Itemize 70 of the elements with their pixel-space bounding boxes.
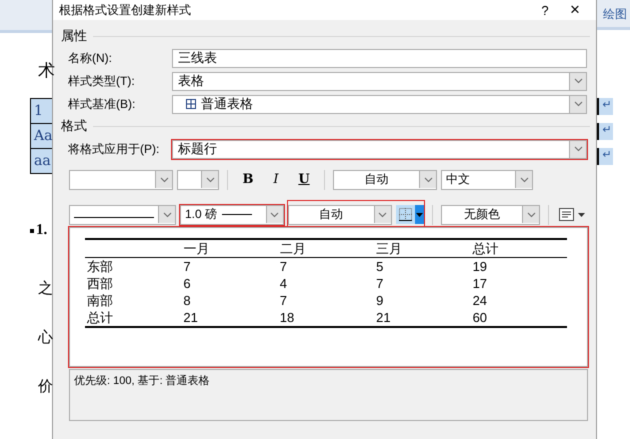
- table-cell: 西部: [87, 276, 113, 291]
- table-cell: 17: [472, 276, 488, 291]
- table-cell: 19: [472, 259, 488, 274]
- document-text: 之: [38, 279, 52, 298]
- line-style-dropdown[interactable]: [69, 204, 176, 224]
- script-dropdown[interactable]: 中文: [441, 170, 533, 190]
- table-cell: 4: [280, 276, 288, 291]
- table-header: 总计: [472, 241, 499, 256]
- caret-icon: [416, 212, 423, 216]
- table-header: 三月: [376, 241, 402, 256]
- apply-to-dropdown[interactable]: 标题行: [172, 140, 587, 158]
- align-icon: [559, 208, 574, 221]
- line-color-dropdown[interactable]: 自动: [288, 204, 392, 224]
- line-sample-icon: [222, 213, 252, 216]
- document-text: 价: [38, 377, 52, 396]
- table-header: 二月: [280, 241, 306, 256]
- heading-number: 1.: [36, 222, 48, 239]
- table-cell: 总计: [87, 310, 113, 325]
- italic-button[interactable]: I: [264, 170, 288, 190]
- table-cell: 60: [472, 310, 488, 325]
- font-color-dropdown[interactable]: 自动: [333, 170, 437, 190]
- line-sample-icon: [74, 216, 154, 218]
- borders-grid-icon: [398, 208, 412, 221]
- window-title: 根据格式设置创建新样式: [59, 2, 192, 18]
- table-icon: [186, 99, 196, 109]
- borders-button[interactable]: [396, 204, 424, 224]
- underline-button[interactable]: U: [292, 170, 316, 190]
- name-field[interactable]: 三线表: [172, 48, 587, 68]
- shading-dropdown[interactable]: 无颜色: [440, 204, 540, 224]
- bold-button[interactable]: B: [236, 170, 260, 190]
- field-label: 样式类型(T):: [68, 72, 136, 90]
- paragraph-mark: ↵: [597, 148, 613, 165]
- table-header: 一月: [183, 241, 210, 256]
- help-button[interactable]: ?: [530, 2, 560, 18]
- table-cell: 南部: [87, 293, 113, 308]
- line-width-value: 1.0 磅: [185, 206, 218, 223]
- alignment-button[interactable]: [557, 208, 587, 221]
- table-cell: 1: [31, 99, 52, 124]
- ribbon-tab[interactable]: 绘图: [597, 0, 630, 30]
- caret-icon: [578, 212, 585, 216]
- table-cell: Aa: [31, 124, 52, 149]
- style-description: 优先级: 100, 基于: 普通表格: [74, 375, 210, 387]
- table-cell: aa: [31, 149, 52, 173]
- field-label: 将格式应用于(P):: [68, 140, 160, 158]
- table-cell: 7: [280, 293, 288, 308]
- close-button[interactable]: ×: [560, 0, 590, 20]
- base-style-dropdown[interactable]: 普通表格: [172, 94, 587, 114]
- table-cell: 6: [183, 276, 191, 291]
- table-cell: 东部: [87, 259, 113, 274]
- paragraph-mark: ↵: [597, 123, 613, 140]
- table-cell: 21: [183, 310, 198, 325]
- table-cell: 24: [472, 293, 488, 308]
- table-cell: 7: [183, 259, 191, 274]
- table-cell: 21: [376, 310, 391, 325]
- style-type-dropdown[interactable]: 表格: [172, 72, 587, 90]
- field-label: 样式基准(B):: [68, 96, 136, 112]
- table-cell: 9: [376, 293, 384, 308]
- table-cell: 7: [280, 259, 288, 274]
- bullet-icon: [30, 228, 34, 232]
- table-cell: 7: [376, 276, 384, 291]
- line-width-dropdown[interactable]: 1.0 磅: [180, 204, 284, 224]
- document-text: 术: [38, 60, 52, 82]
- paragraph-mark: ↵: [597, 98, 613, 115]
- table-cell: 18: [280, 310, 294, 325]
- section-heading: 属性: [61, 27, 87, 45]
- table-cell: 8: [183, 293, 191, 308]
- field-label: 名称(N):: [68, 50, 113, 66]
- document-text: 心: [38, 328, 52, 347]
- table-cell: 5: [376, 259, 384, 274]
- section-heading: 格式: [61, 117, 87, 135]
